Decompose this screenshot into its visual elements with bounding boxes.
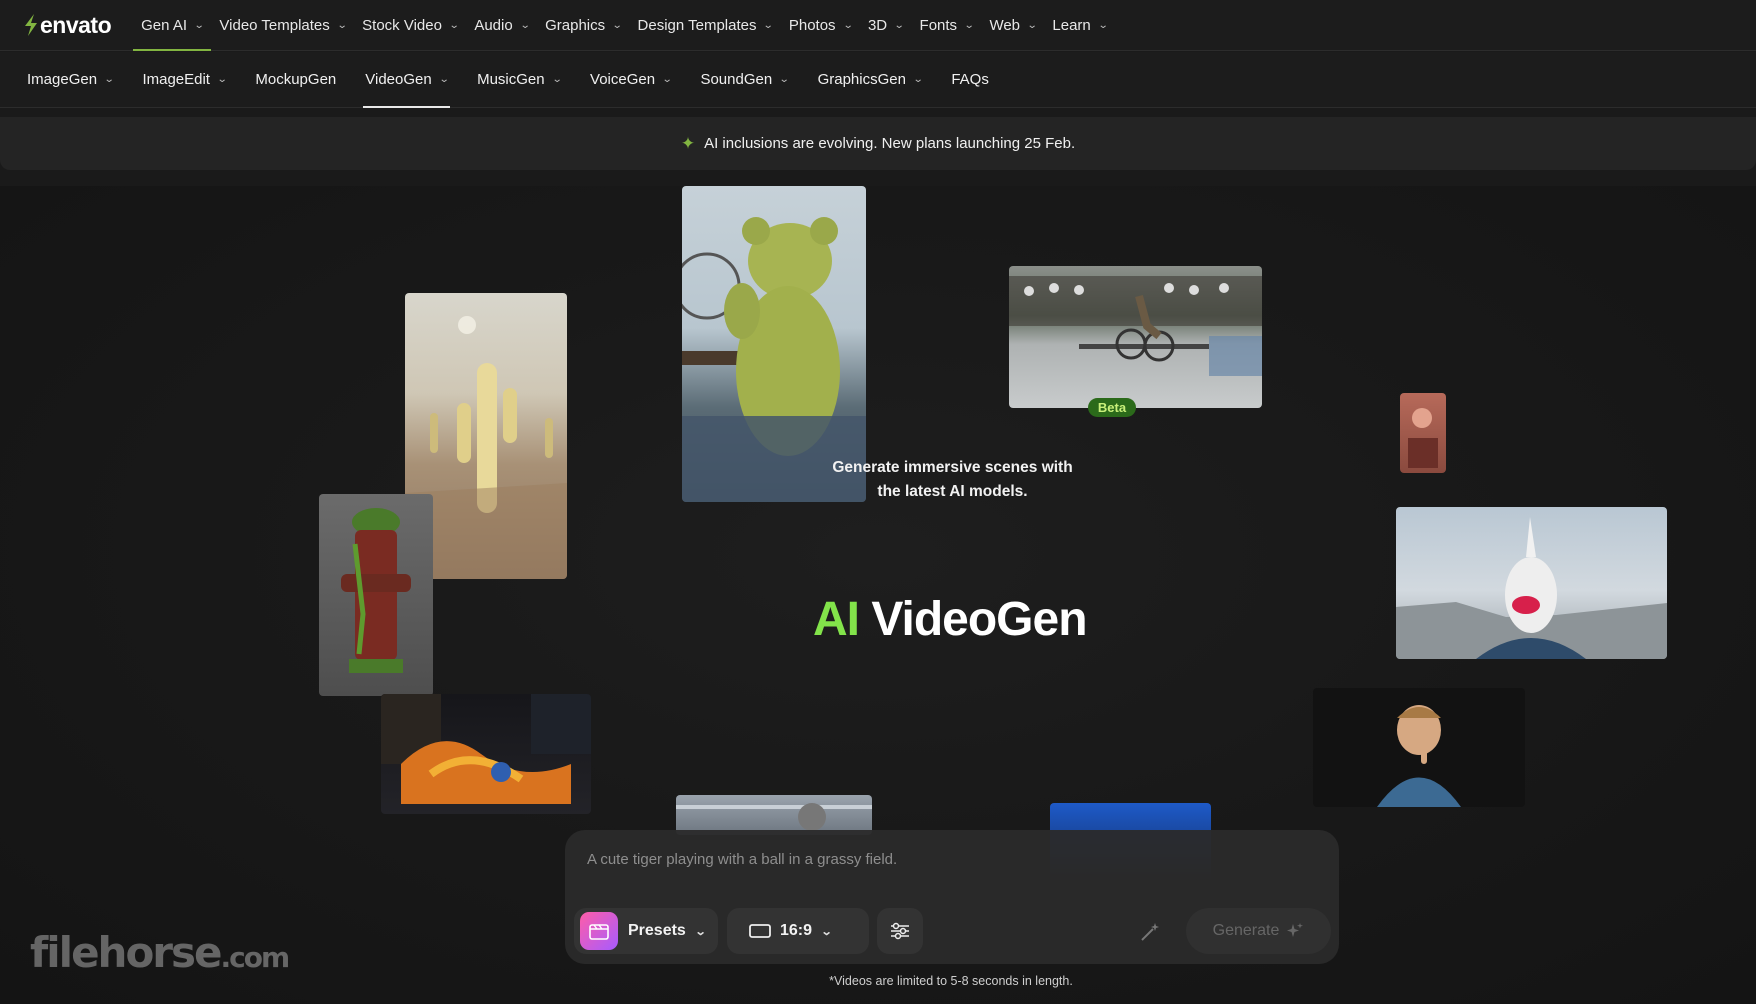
announcement-banner: ✦ AI inclusions are evolving. New plans … <box>0 117 1756 170</box>
sparkle-icon <box>1287 923 1304 937</box>
teddy-bear-video-thumbnail[interactable] <box>682 186 866 502</box>
chevron-down-icon: ⌄ <box>963 19 975 31</box>
subnav-item-graphicsgen[interactable]: GraphicsGen ⌄ <box>816 52 925 108</box>
topnav-item-learn[interactable]: Learn ⌄ <box>1044 0 1115 51</box>
top-nav-items: Gen AI ⌄ Video Templates ⌄ Stock Video ⌄ Audio… <box>133 0 1115 51</box>
aspect-ratio-icon <box>749 924 771 938</box>
chevron-down-icon: ⌄ <box>694 925 707 938</box>
envato-logo[interactable]: envato <box>22 11 112 39</box>
topnav-item-stock-video[interactable]: Stock Video ⌄ <box>354 0 466 51</box>
bmx-video-thumbnail[interactable] <box>1009 266 1262 408</box>
subnav-label: VideoGen <box>365 71 432 88</box>
aspect-ratio-button[interactable]: 16:9 ⌄ <box>727 908 869 954</box>
subnav-item-voicegen[interactable]: VoiceGen ⌄ <box>588 52 673 108</box>
chevron-down-icon: ⌄ <box>336 19 348 31</box>
prompt-panel: Presets ⌄ 16:9 ⌄ Generate <box>565 830 1339 964</box>
chevron-down-icon: ⌄ <box>842 19 854 31</box>
subnav-item-videogen[interactable]: VideoGen ⌄ <box>363 52 450 108</box>
generate-label: Generate <box>1212 922 1280 939</box>
topnav-label: Web <box>989 16 1021 34</box>
topnav-item-fonts[interactable]: Fonts ⌄ <box>912 0 982 51</box>
robot-video-thumbnail[interactable] <box>676 795 872 835</box>
child-video-thumbnail[interactable] <box>1313 688 1525 807</box>
beta-badge: Beta <box>1088 398 1136 417</box>
envato-leaf-icon <box>25 14 37 36</box>
chevron-down-icon: ⌄ <box>661 74 673 85</box>
chevron-down-icon: ⌄ <box>611 19 623 31</box>
title-ai: AI <box>813 593 860 646</box>
sliders-icon <box>891 922 909 940</box>
sub-navigation: ImageGen ⌄ ImageEdit ⌄ MockupGen VideoGen ⌄ Mus… <box>0 52 1756 108</box>
banner-text: AI inclusions are evolving. New plans la… <box>704 135 1076 152</box>
graffiti-video-thumbnail[interactable] <box>381 694 591 814</box>
subnav-item-soundgen[interactable]: SoundGen ⌄ <box>698 52 790 108</box>
chevron-down-icon: ⌄ <box>1026 19 1038 31</box>
presets-button[interactable]: Presets ⌄ <box>574 908 718 954</box>
topnav-item-web[interactable]: Web ⌄ <box>981 0 1044 51</box>
topnav-label: Audio <box>474 16 513 34</box>
topnav-item-3d[interactable]: 3D ⌄ <box>860 0 912 51</box>
topnav-label: Video Templates <box>219 16 330 34</box>
topnav-item-graphics[interactable]: Graphics ⌄ <box>537 0 629 51</box>
chevron-down-icon: ⌄ <box>438 74 450 85</box>
topnav-item-video-templates[interactable]: Video Templates ⌄ <box>211 0 354 51</box>
subnav-label: SoundGen <box>700 71 773 88</box>
chevron-down-icon: ⌄ <box>912 74 924 85</box>
settings-button[interactable] <box>877 908 923 954</box>
topnav-label: Photos <box>788 16 836 34</box>
subnav-item-faqs[interactable]: FAQs <box>949 52 991 108</box>
chevron-down-icon: ⌄ <box>820 925 833 938</box>
watermark-logo: filehorse.com <box>30 928 290 977</box>
chevron-down-icon: ⌄ <box>763 19 775 31</box>
subnav-item-imagegen[interactable]: ImageGen ⌄ <box>25 52 115 108</box>
subnav-label: ImageEdit <box>142 71 210 88</box>
subnav-item-musicgen[interactable]: MusicGen ⌄ <box>475 52 563 108</box>
chevron-down-icon: ⌄ <box>193 19 205 31</box>
aspect-ratio-label: 16:9 <box>780 922 813 939</box>
presets-label: Presets <box>628 922 686 939</box>
subnav-label: FAQs <box>951 71 989 88</box>
chevron-down-icon: ⌄ <box>519 19 531 31</box>
title-videogen: VideoGen <box>871 593 1087 646</box>
generate-button[interactable]: Generate <box>1186 908 1331 954</box>
hydrant-video-thumbnail[interactable] <box>319 494 433 696</box>
subnav-item-imageedit[interactable]: ImageEdit ⌄ <box>140 52 228 108</box>
logo-text: envato <box>40 11 112 38</box>
topnav-label: Gen AI <box>141 16 188 34</box>
magic-wand-icon[interactable] <box>1137 919 1163 945</box>
chevron-down-icon: ⌄ <box>893 19 905 31</box>
presets-icon <box>580 912 618 950</box>
topnav-label: Graphics <box>545 16 606 34</box>
topnav-item-design-templates[interactable]: Design Templates ⌄ <box>630 0 781 51</box>
chevron-down-icon: ⌄ <box>216 74 228 85</box>
subnav-label: MockupGen <box>255 71 337 88</box>
sparkle-icon: ✦ <box>680 133 696 153</box>
chevron-down-icon: ⌄ <box>103 74 115 85</box>
chevron-down-icon: ⌄ <box>1097 19 1109 31</box>
subnav-label: ImageGen <box>27 71 98 88</box>
topnav-item-photos[interactable]: Photos ⌄ <box>781 0 860 51</box>
topnav-item-audio[interactable]: Audio ⌄ <box>466 0 537 51</box>
hero-subtitle: Generate immersive scenes with the lates… <box>832 459 1073 500</box>
prompt-input[interactable] <box>587 846 1287 872</box>
topnav-label: 3D <box>867 16 888 34</box>
subnav-item-mockupgen[interactable]: MockupGen <box>253 52 338 108</box>
chevron-down-icon: ⌄ <box>448 19 460 31</box>
topnav-label: Stock Video <box>362 16 442 34</box>
unicorn-video-thumbnail[interactable] <box>1396 507 1667 659</box>
topnav-label: Fonts <box>919 16 958 34</box>
subnav-label: MusicGen <box>477 71 545 88</box>
small-video-thumbnail[interactable] <box>1400 393 1446 473</box>
subnav-label: VoiceGen <box>590 71 656 88</box>
subnav-label: GraphicsGen <box>817 71 906 88</box>
topnav-label: Design Templates <box>637 16 757 34</box>
chevron-down-icon: ⌄ <box>778 74 790 85</box>
top-navigation: envato Gen AI ⌄ Video Templates ⌄ Stock Vide… <box>0 0 1756 51</box>
topnav-item-gen-ai[interactable]: Gen AI ⌄ <box>133 0 212 51</box>
page-title: AI VideoGen <box>813 592 1088 647</box>
topnav-label: Learn <box>1052 16 1091 34</box>
chevron-down-icon: ⌄ <box>551 74 563 85</box>
